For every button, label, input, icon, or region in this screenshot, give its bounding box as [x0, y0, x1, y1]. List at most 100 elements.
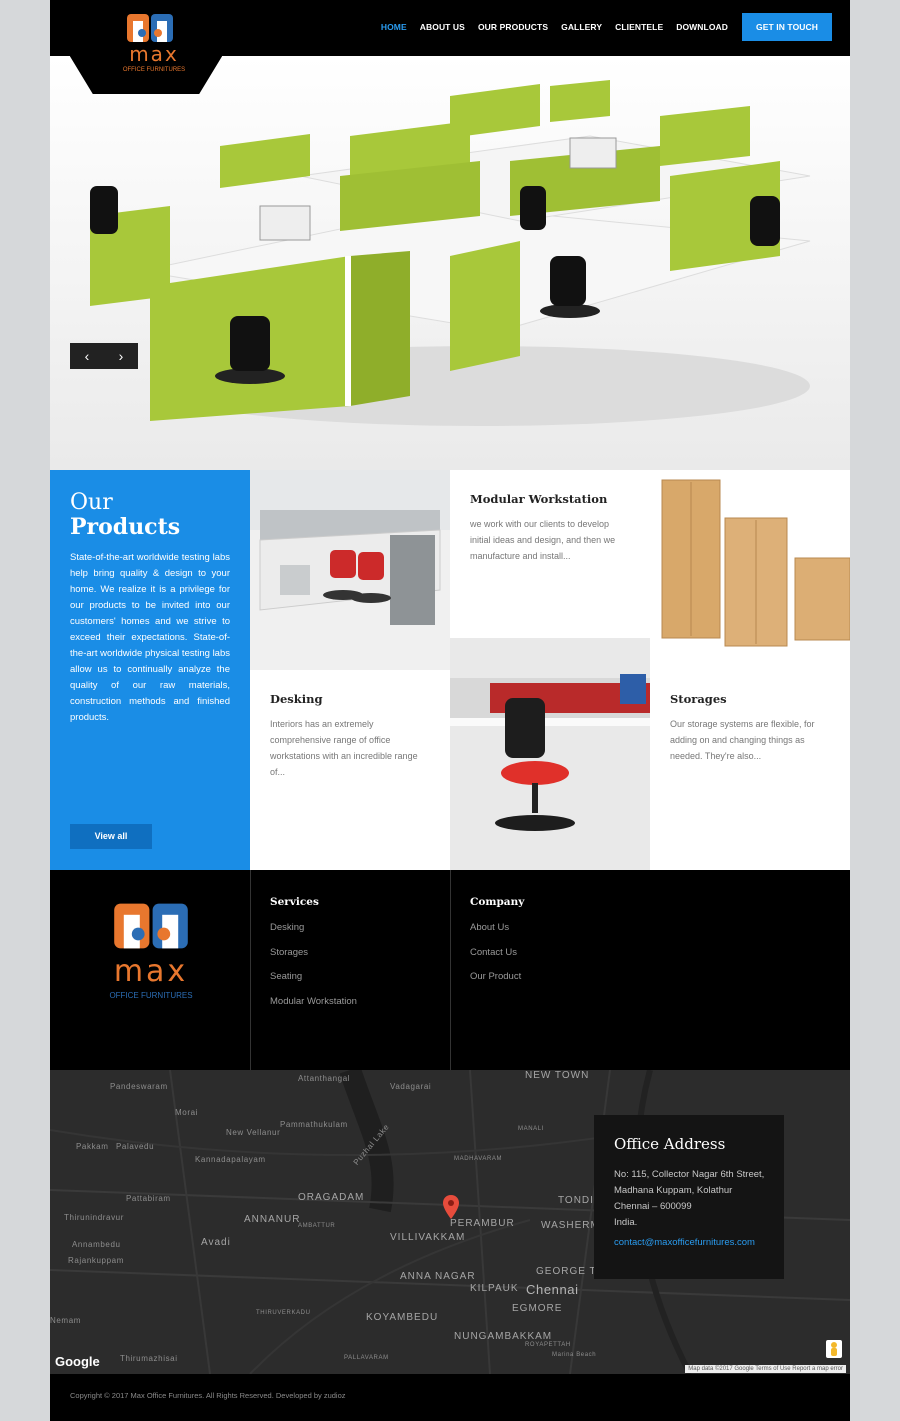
map-label: Morai: [175, 1108, 199, 1117]
map-label: EGMORE: [512, 1303, 563, 1314]
services-heading: Services: [270, 896, 319, 908]
products-heading-line1: Our: [70, 490, 113, 515]
map-label: PERAMBUR: [450, 1218, 515, 1229]
company-heading: Company: [470, 896, 525, 908]
office-address-card: Office Address No: 115, Collector Nagar …: [594, 1115, 784, 1279]
logo[interactable]: max OFFICE FURNITURES: [70, 0, 222, 94]
site-footer: max OFFICE FURNITURES Services Desking S…: [50, 870, 850, 1070]
nav-gallery[interactable]: GALLERY: [561, 22, 602, 32]
chevron-right-icon[interactable]: ›: [104, 343, 138, 369]
hero-image: [50, 56, 850, 470]
footer-link-about-us[interactable]: About Us: [470, 922, 509, 933]
products-heading-line2: Products: [70, 514, 181, 540]
map-label: Attanthangal: [298, 1074, 351, 1083]
hero-slider: ‹ ›: [50, 56, 850, 470]
map-label: PALLAVARAM: [344, 1355, 389, 1361]
address-line: Madhana Kuppam, Kolathur: [614, 1185, 733, 1196]
page: HOME ABOUT US OUR PRODUCTS GALLERY CLIEN…: [50, 0, 850, 1421]
map-label: NEW TOWN: [525, 1070, 590, 1081]
map-label: Marina Beach: [552, 1352, 597, 1358]
map-label: Palavedu: [116, 1142, 155, 1151]
footer-link-contact-us[interactable]: Contact Us: [470, 947, 517, 958]
logo-tagline: OFFICE FURNITURES: [122, 67, 186, 73]
map-label: ROYAPETTAH: [525, 1342, 571, 1348]
nav-home[interactable]: HOME: [381, 22, 407, 32]
map-pin-icon[interactable]: [443, 1195, 459, 1219]
products-intro-text: State-of-the-art worldwide testing labs …: [70, 552, 230, 723]
logo-wordmark: max: [129, 42, 179, 66]
map-label: Kannadapalayam: [195, 1155, 266, 1164]
location-map[interactable]: Pandeswaram Attanthangal Vadagarai NEW T…: [50, 1070, 850, 1374]
address-line: No: 115, Collector Nagar 6th Street,: [614, 1169, 765, 1180]
product-card-storages[interactable]: Storages Our storage systems are flexibl…: [650, 670, 850, 870]
footer-services: Services Desking Storages Seating Modula…: [250, 870, 451, 1070]
map-label: MANALI: [518, 1126, 544, 1132]
street-view-pegman-icon[interactable]: [826, 1340, 842, 1358]
map-label: MADHAVARAM: [454, 1156, 503, 1162]
footer-link-storages[interactable]: Storages: [270, 947, 308, 958]
footer-link-our-product[interactable]: Our Product: [470, 971, 521, 982]
map-label: ANNANUR: [244, 1214, 301, 1225]
map-label: KILPAUK: [470, 1283, 519, 1294]
map-label: NUNGAMBAKKAM: [454, 1331, 553, 1342]
map-label: Pandeswaram: [110, 1082, 168, 1091]
logo-mark-icon: [127, 14, 173, 42]
footer-logo-col: max OFFICE FURNITURES: [50, 870, 251, 1070]
map-label: Pammathukulam: [280, 1120, 348, 1129]
footer-company: Company About Us Contact Us Our Product: [450, 870, 850, 1070]
slider-controls: ‹ ›: [70, 343, 138, 369]
chevron-left-icon[interactable]: ‹: [70, 343, 104, 369]
products-intro: Our Products State-of-the-art worldwide …: [50, 470, 250, 870]
copyright-text: Copyright © 2017 Max Office Furnitures. …: [70, 1391, 346, 1400]
map-label: Pakkam: [76, 1142, 109, 1151]
storage-cabinets-photo: [661, 479, 850, 647]
map-label: THIRUVERKADU: [256, 1310, 311, 1316]
map-label: Vadagarai: [390, 1082, 432, 1091]
nav-about-us[interactable]: ABOUT US: [420, 22, 465, 32]
product-card-desking[interactable]: Desking Interiors has an extremely compr…: [250, 670, 450, 870]
map-attribution[interactable]: Map data ©2017 Google Terms of Use Repor…: [685, 1365, 846, 1373]
product-title: Desking: [270, 692, 323, 706]
footer-link-desking[interactable]: Desking: [270, 922, 304, 933]
desking-photo: [250, 470, 450, 670]
map-label: AMBATTUR: [298, 1223, 336, 1229]
get-in-touch-button[interactable]: GET IN TOUCH: [742, 13, 832, 41]
nav-download[interactable]: DOWNLOAD: [676, 22, 728, 32]
footer-logo-tagline: OFFICE FURNITURES: [109, 991, 193, 1000]
address-line: Chennai – 600099: [614, 1201, 692, 1212]
seating-image[interactable]: [450, 638, 650, 870]
main-nav: HOME ABOUT US OUR PRODUCTS GALLERY CLIEN…: [368, 13, 832, 41]
products-section: Our Products State-of-the-art worldwide …: [50, 470, 850, 870]
footer-logo-wordmark: max: [113, 954, 189, 989]
map-label: Annambedu: [72, 1240, 121, 1249]
map-label: ANNA NAGAR: [400, 1271, 476, 1282]
map-label: KOYAMBEDU: [366, 1312, 439, 1323]
address-line: India.: [614, 1217, 638, 1228]
storages-image[interactable]: [650, 470, 850, 670]
product-desc: Our storage systems are flexible, for ad…: [670, 719, 815, 761]
map-label: Rajankuppam: [68, 1256, 124, 1265]
google-logo: Google: [55, 1354, 100, 1369]
product-desc: we work with our clients to develop init…: [470, 519, 616, 561]
footer-link-seating[interactable]: Seating: [270, 971, 302, 982]
map-label: Thirumazhisai: [120, 1354, 178, 1363]
desking-image[interactable]: [250, 470, 450, 670]
map-label: ORAGADAM: [298, 1192, 365, 1203]
product-desc: Interiors has an extremely comprehensive…: [270, 719, 418, 777]
product-title: Storages: [670, 692, 727, 706]
footer-link-modular-workstation[interactable]: Modular Workstation: [270, 996, 357, 1007]
map-label: Pattabiram: [126, 1194, 171, 1203]
office-address-heading: Office Address: [614, 1135, 726, 1153]
map-label: New Vellanur: [226, 1128, 281, 1137]
office-chair-photo: [450, 638, 650, 870]
view-all-button[interactable]: View all: [70, 824, 152, 849]
contact-email-link[interactable]: contact@maxofficefurnitures.com: [614, 1237, 755, 1248]
product-title: Modular Workstation: [470, 492, 608, 506]
map-label: Avadi: [201, 1237, 231, 1248]
nav-our-products[interactable]: OUR PRODUCTS: [478, 22, 548, 32]
footer-logo-mark-icon: [114, 903, 188, 949]
nav-clientele[interactable]: CLIENTELE: [615, 22, 663, 32]
map-label: Chennai: [526, 1282, 579, 1297]
map-label: VILLIVAKKAM: [390, 1232, 466, 1243]
copyright-bar: Copyright © 2017 Max Office Furnitures. …: [50, 1374, 850, 1421]
